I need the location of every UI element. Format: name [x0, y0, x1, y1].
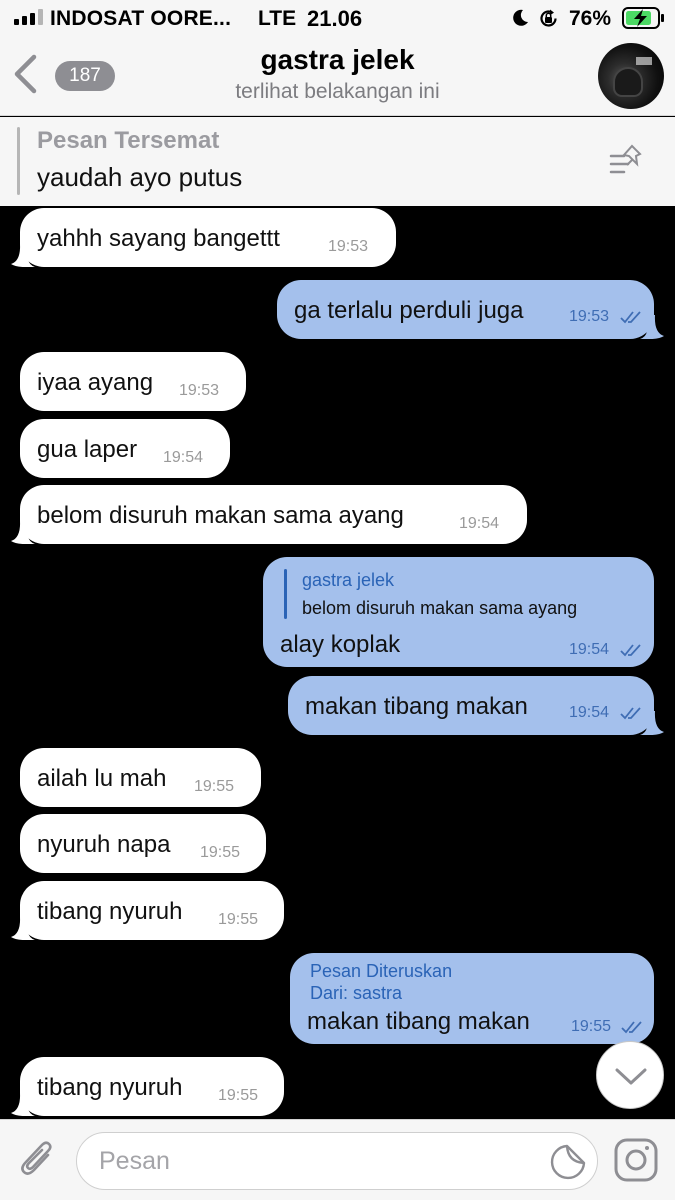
- message-text: ga terlalu perduli juga: [294, 297, 524, 324]
- message-outgoing[interactable]: ga terlalu perduli juga 19:53: [277, 280, 654, 339]
- pin-list-icon[interactable]: [606, 142, 650, 182]
- message-text: alay koplak: [280, 631, 401, 658]
- message-time: 19:53: [569, 308, 610, 325]
- chevron-down-icon: [615, 1068, 647, 1085]
- double-check-icon: [620, 311, 641, 324]
- pinned-title: Pesan Tersemat: [37, 127, 220, 154]
- camera-icon[interactable]: [613, 1137, 659, 1183]
- scroll-to-bottom-button[interactable]: [596, 1041, 664, 1109]
- pinned-message[interactable]: Pesan Tersemat yaudah ayo putus: [0, 117, 675, 206]
- message-outgoing-reply[interactable]: gastra jelek belom disuruh makan sama ay…: [263, 557, 654, 667]
- message-incoming[interactable]: ailah lu mah 19:55: [20, 748, 261, 807]
- message-text: iyaa ayang: [37, 369, 154, 396]
- message-field[interactable]: [76, 1132, 598, 1190]
- status-time: 21.06: [307, 6, 363, 31]
- message-outgoing-forwarded[interactable]: Pesan Diteruskan Dari: sastra makan tiba…: [290, 953, 654, 1044]
- message-text: yahhh sayang bangettt: [37, 225, 280, 252]
- message-text: makan tibang makan: [307, 1008, 530, 1035]
- message-text: ailah lu mah: [37, 765, 167, 792]
- message-time: 19:55: [571, 1018, 612, 1035]
- message-time: 19:55: [218, 1087, 259, 1104]
- message-time: 19:53: [179, 382, 220, 399]
- message-incoming[interactable]: tibang nyuruh 19:55: [20, 1057, 284, 1116]
- message-time: 19:54: [569, 704, 610, 721]
- orientation-lock-icon: [540, 9, 557, 27]
- reply-accent-bar: [284, 569, 287, 619]
- reply-preview: belom disuruh makan sama ayang: [302, 598, 578, 618]
- message-text: belom disuruh makan sama ayang: [37, 502, 404, 529]
- message-text: tibang nyuruh: [37, 1074, 183, 1101]
- message-time: 19:54: [569, 641, 610, 658]
- message-input-bar: [0, 1119, 675, 1200]
- status-bar: INDOSAT OORE... LTE 21.06 76%: [0, 0, 675, 36]
- chat-area[interactable]: yahhh sayang bangettt 19:53 ga terlalu p…: [0, 206, 675, 1119]
- message-time: 19:55: [218, 911, 259, 928]
- message-time: 19:53: [328, 238, 369, 255]
- double-check-icon: [621, 1021, 642, 1034]
- bubble-tail: [11, 916, 35, 940]
- moon-icon: [513, 9, 528, 26]
- bubble-tail: [640, 315, 664, 339]
- bubble-tail: [11, 1092, 35, 1116]
- message-text: nyuruh napa: [37, 831, 171, 858]
- message-time: 19:54: [163, 449, 204, 466]
- pinned-text: yaudah ayo putus: [37, 162, 243, 192]
- message-incoming[interactable]: nyuruh napa 19:55: [20, 814, 266, 873]
- message-input[interactable]: [99, 1143, 539, 1179]
- double-check-icon: [620, 644, 641, 657]
- message-incoming[interactable]: gua laper 19:54: [20, 419, 230, 478]
- message-incoming[interactable]: tibang nyuruh 19:55: [20, 881, 284, 940]
- message-time: 19:54: [459, 515, 500, 532]
- chat-header: 187 gastra jelek terlihat belakangan ini: [0, 36, 675, 116]
- signal-bars-icon: [14, 9, 44, 25]
- message-text: gua laper: [37, 436, 138, 463]
- message-time: 19:55: [194, 778, 235, 795]
- reply-sender: gastra jelek: [302, 570, 395, 590]
- battery-percentage: 76%: [569, 7, 612, 30]
- message-outgoing[interactable]: makan tibang makan 19:54: [288, 676, 654, 735]
- message-time: 19:55: [200, 844, 241, 861]
- chat-title[interactable]: gastra jelek: [0, 44, 675, 76]
- message-incoming[interactable]: iyaa ayang 19:53: [20, 352, 246, 411]
- carrier-name: INDOSAT OORE...: [50, 7, 232, 30]
- paperclip-icon[interactable]: [18, 1137, 58, 1181]
- bubble-tail: [11, 243, 35, 267]
- message-text: makan tibang makan: [305, 693, 528, 720]
- forwarded-from: Dari: sastra: [310, 983, 403, 1003]
- pinned-accent-bar: [17, 127, 20, 195]
- message-incoming[interactable]: belom disuruh makan sama ayang 19:54: [20, 485, 527, 544]
- bubble-tail: [640, 711, 664, 735]
- battery-charging-icon: [622, 7, 664, 29]
- sticker-icon[interactable]: [549, 1143, 587, 1181]
- network-type: LTE: [258, 7, 297, 30]
- message-incoming[interactable]: yahhh sayang bangettt 19:53: [20, 208, 396, 267]
- message-text: tibang nyuruh: [37, 898, 183, 925]
- avatar[interactable]: [598, 43, 664, 109]
- bubble-tail: [11, 520, 35, 544]
- forwarded-label: Pesan Diteruskan: [310, 961, 453, 981]
- double-check-icon: [620, 707, 641, 720]
- last-seen-status: terlihat belakangan ini: [235, 80, 440, 103]
